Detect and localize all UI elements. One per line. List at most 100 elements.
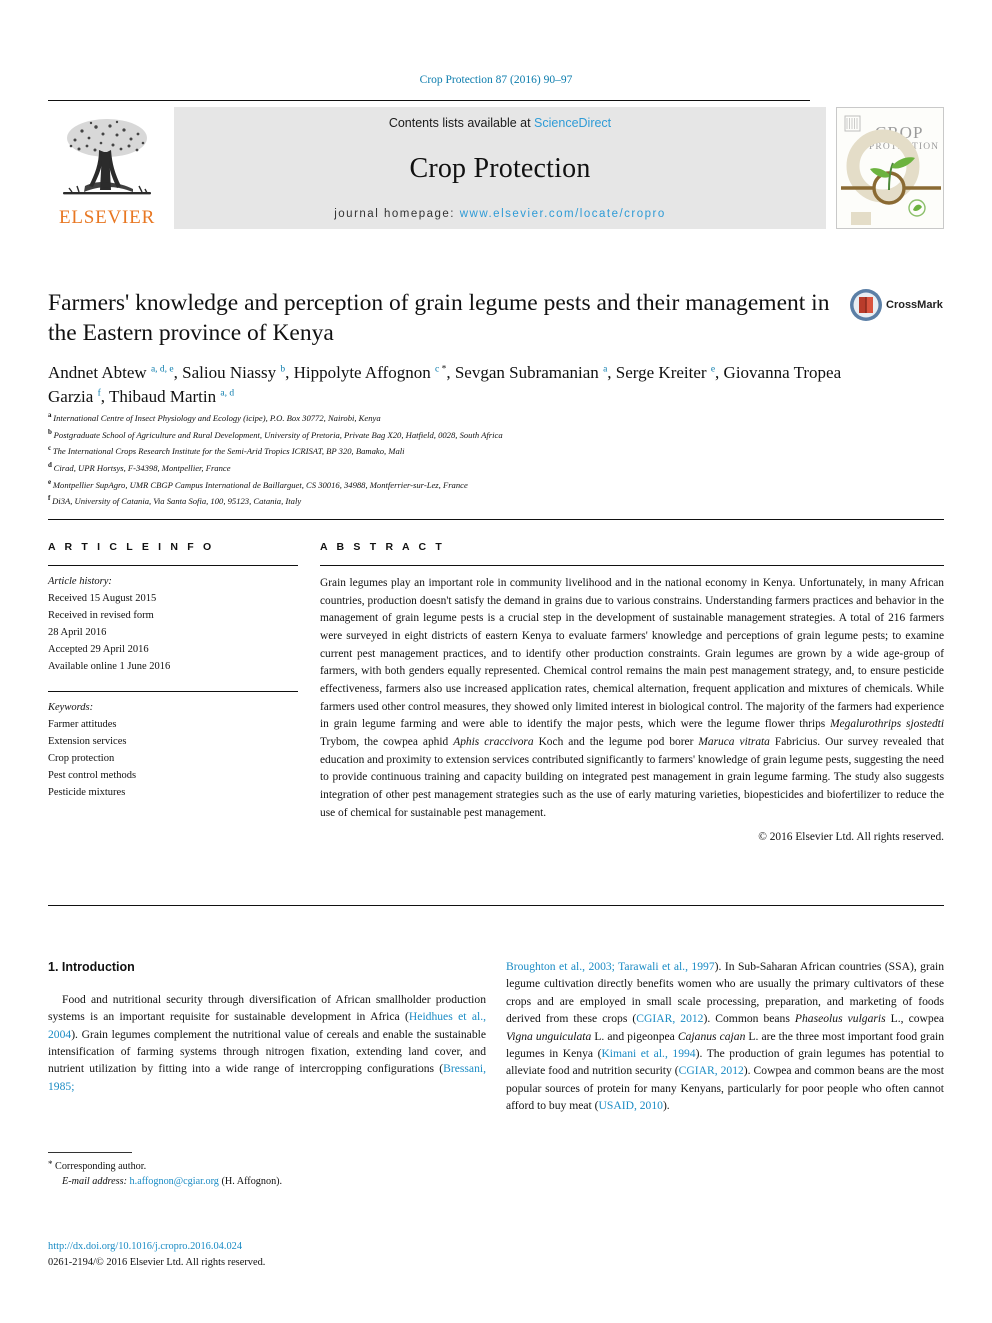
citation-link[interactable]: Kimani et al., 1994 [601, 1047, 695, 1060]
keywords-label: Keywords: [48, 702, 94, 713]
species-name: Maruca vitrata [698, 736, 770, 749]
author-affiliation-mark: a [603, 364, 608, 375]
crossmark-label: CrossMark [886, 299, 943, 311]
paper-page: Crop Protection 87 (2016) 90–97 ELSEVIER… [0, 0, 992, 1323]
abstract-bottom-rule [48, 905, 944, 906]
article-history-item: Available online 1 June 2016 [48, 661, 171, 672]
article-history-label: Article history: [48, 576, 112, 587]
author-affiliation-mark: b [280, 364, 286, 375]
species-name: Phaseolus vulgaris [794, 1012, 886, 1026]
crossmark-icon [850, 289, 882, 321]
email-label: E-mail address: [62, 1176, 127, 1188]
species-name: Megalurothrips sjostedti [830, 718, 944, 731]
author-affiliation-mark: f [97, 388, 101, 399]
contents-line: Contents lists available at ScienceDirec… [389, 116, 611, 130]
author-name: Hippolyte Affognon c * [293, 363, 447, 383]
abstract-copyright: © 2016 Elsevier Ltd. All rights reserved… [758, 831, 944, 844]
section-title-introduction: 1. Introduction [48, 960, 135, 974]
elsevier-wordmark: ELSEVIER [58, 207, 156, 228]
journal-title: Crop Protection [409, 153, 591, 184]
author-affiliation-mark: a, d, e [150, 364, 174, 375]
doi-block: http://dx.doi.org/10.1016/j.cropro.2016.… [48, 1239, 548, 1271]
doi-link[interactable]: http://dx.doi.org/10.1016/j.cropro.2016.… [48, 1241, 242, 1252]
affiliation-item: a International Centre of Insect Physiol… [48, 411, 381, 423]
intro-paragraph-right: Broughton et al., 2003; Tarawali et al.,… [506, 960, 945, 1113]
species-name: Vigna unguiculata [506, 1029, 592, 1043]
citation-link[interactable]: USAID, 2010 [599, 1099, 663, 1112]
author-name: Saliou Niassy b [182, 363, 286, 383]
keywords-items: Farmer attitudes Extension services Crop p… [48, 716, 298, 801]
keyword-item: Pesticide mixtures [48, 787, 126, 798]
corresponding-author-footnote: * Corresponding author. E-mail address: … [48, 1152, 486, 1190]
author-affiliation-mark: e [710, 364, 716, 375]
article-history-items: Received 15 August 2015 Received in revis… [48, 590, 298, 675]
article-history-item: Accepted 29 April 2016 [48, 644, 149, 655]
citation-link[interactable]: Bressani, 1985; [48, 1062, 486, 1092]
affiliation-item: f Di3A, University of Catania, Via Santa… [48, 494, 302, 507]
abstract-rule [320, 565, 944, 566]
corresponding-author-mark: * [439, 364, 447, 375]
elsevier-tree-icon [63, 119, 151, 195]
corresponding-author-label: Corresponding author. [55, 1161, 147, 1172]
page-title: Farmers' knowledge and perception of gra… [48, 290, 830, 347]
journal-homepage-line: journal homepage: www.elsevier.com/locat… [334, 208, 666, 220]
abstract-column: A B S T R A C T Grain legumes play an im… [320, 541, 944, 843]
species-name: Cajanus cajan [677, 1029, 746, 1043]
keyword-item: Pest control methods [48, 770, 137, 781]
article-info-heading: A R T I C L E I N F O [48, 541, 215, 553]
title-block: Farmers' knowledge and perception of gra… [48, 288, 848, 409]
intro-paragraph-left: Food and nutritional security through di… [48, 992, 486, 1093]
email-owner: (H. Affognon). [221, 1176, 283, 1188]
elsevier-logo: ELSEVIER [48, 107, 166, 229]
journal-homepage-link[interactable]: www.elsevier.com/locate/cropro [460, 208, 666, 220]
homepage-prefix: journal homepage: [334, 208, 460, 220]
citation-link[interactable]: Broughton et al., 2003; Tarawali et al.,… [506, 960, 715, 973]
keyword-item: Extension services [48, 736, 127, 747]
keywords-rule [48, 691, 298, 692]
article-history-item: 28 April 2016 [48, 627, 107, 638]
citation-link[interactable]: CGIAR, 2012 [679, 1064, 744, 1077]
affiliation-item: e Montpellier SupAgro, UMR CBGP Campus I… [48, 477, 468, 490]
citation-link[interactable]: Heidhues et al., 2004 [48, 1010, 486, 1040]
corresponding-author-line: * Corresponding author. [48, 1158, 486, 1174]
footnote-rule [48, 1152, 132, 1153]
author-affiliation-mark: a, d [220, 388, 235, 399]
author-name: Sevgan Subramanian a [454, 363, 608, 383]
citation-link[interactable]: CGIAR, 2012 [636, 1012, 703, 1025]
keyword-item: Crop protection [48, 753, 115, 764]
abstract-heading: A B S T R A C T [320, 541, 445, 553]
affiliation-item: c The International Crops Research Insti… [48, 444, 405, 457]
keywords-block: Keywords: Farmer attitudes Extension serv… [48, 699, 298, 801]
intro-right-column: Broughton et al., 2003; Tarawali et al.,… [506, 958, 944, 1115]
running-head: Crop Protection 87 (2016) 90–97 [419, 74, 573, 86]
author-list: Andnet Abtew a, d, e, Saliou Niassy b, H… [48, 363, 842, 407]
info-section-rule [48, 519, 944, 520]
journal-masthead: ELSEVIER Contents lists available at Sci… [48, 100, 944, 229]
article-info-column: A R T I C L E I N F O Article history: R… [48, 541, 298, 801]
species-name: Aphis craccivora [453, 736, 534, 749]
masthead-center: Contents lists available at ScienceDirec… [174, 107, 826, 229]
abstract-text: Grain legumes play an important role in … [320, 577, 944, 819]
email-link[interactable]: h.affognon@cgiar.org [130, 1176, 219, 1187]
affiliations-list: a International Centre of Insect Physiol… [48, 409, 928, 509]
article-info-rule [48, 565, 298, 566]
email-line: E-mail address: h.affognon@cgiar.org (H.… [48, 1174, 486, 1189]
article-history: Article history: Received 15 August 2015… [48, 573, 298, 675]
contents-prefix: Contents lists available at [388, 116, 535, 130]
article-history-item: Received 15 August 2015 [48, 593, 157, 604]
sciencedirect-link[interactable]: ScienceDirect [534, 116, 611, 130]
crossmark-badge[interactable]: CrossMark [849, 288, 945, 322]
masthead-top-rule [48, 100, 810, 101]
author-name: Thibaud Martin a, d [108, 387, 235, 407]
corresponding-author-star: * [48, 1159, 53, 1169]
journal-cover-thumbnail: CROP PROTECTION [836, 107, 944, 229]
author-name: Serge Kreiter e [615, 363, 716, 383]
keyword-item: Farmer attitudes [48, 719, 117, 730]
author-name: Andnet Abtew a, d, e [48, 363, 174, 383]
journal-cover-art: CROP PROTECTION [837, 108, 943, 228]
affiliation-item: b Postgraduate School of Agriculture and… [48, 427, 503, 440]
intro-left-column: 1. Introduction Food and nutritional sec… [48, 958, 486, 1095]
issn-copyright-line: 0261-2194/© 2016 Elsevier Ltd. All right… [48, 1257, 266, 1269]
affiliation-item: d Cirad, UPR Hortsys, F-34398, Montpelli… [48, 460, 231, 473]
article-history-item: Received in revised form [48, 610, 154, 621]
